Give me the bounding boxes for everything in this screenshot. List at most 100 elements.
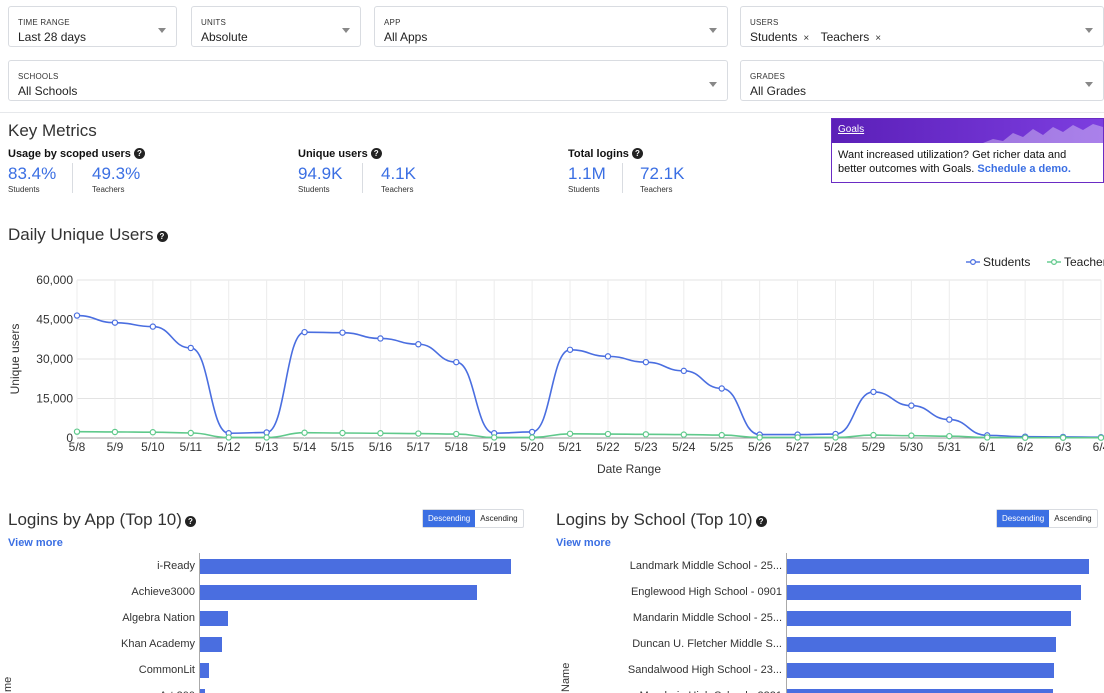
unique-teachers-value: 4.1K: [381, 164, 416, 183]
x-tick-label: 5/30: [900, 440, 924, 454]
help-icon[interactable]: ?: [755, 516, 767, 527]
schedule-demo-link[interactable]: Schedule a demo.: [977, 163, 1071, 175]
help-icon[interactable]: ?: [133, 148, 145, 159]
time-range-select[interactable]: TIME RANGE Last 28 days: [8, 6, 177, 47]
data-point: [984, 434, 991, 441]
usage-teachers-sub: Teachers: [92, 185, 125, 194]
data-point: [187, 344, 194, 352]
app-value: All Apps: [384, 30, 428, 44]
remove-chip-icon[interactable]: ×: [875, 33, 881, 44]
logins-students-value: 1.1M: [568, 164, 606, 183]
units-value: Absolute: [201, 30, 248, 44]
app-select[interactable]: APP All Apps: [374, 6, 728, 47]
time-range-value: Last 28 days: [18, 30, 87, 44]
help-icon[interactable]: ?: [156, 231, 168, 242]
divider: [0, 112, 1104, 113]
bar[interactable]: [200, 689, 205, 693]
help-icon[interactable]: ?: [370, 148, 382, 159]
schools-sort-descending[interactable]: Descending: [997, 510, 1050, 527]
bar-label: CommonLit: [138, 664, 195, 676]
chevron-down-icon: [709, 28, 717, 33]
bar[interactable]: [787, 663, 1055, 678]
units-label: UNITS: [201, 18, 226, 27]
data-point: [339, 429, 346, 437]
daily-users-chart: 015,00030,00045,00060,0005/8 5/9 5/10 5/11 5…: [8, 255, 1104, 476]
x-tick-label: 5/21: [558, 440, 582, 454]
bar[interactable]: [200, 663, 210, 678]
bar[interactable]: [787, 585, 1082, 600]
x-tick-label: 5/9: [107, 440, 124, 454]
x-tick-label: 5/14: [293, 440, 317, 454]
apps-view-more-link[interactable]: View more: [8, 537, 63, 549]
x-tick-label: 5/20: [520, 440, 544, 454]
bar[interactable]: [200, 585, 477, 600]
bar[interactable]: [787, 611, 1071, 626]
data-point: [225, 434, 232, 441]
bar-label: Landmark Middle School - 25...: [629, 560, 782, 572]
goals-banner-label[interactable]: Goals: [838, 124, 864, 135]
users-chips: Students × Teachers ×: [750, 30, 889, 44]
bar[interactable]: [200, 637, 222, 652]
x-tick-label: 6/3: [1055, 440, 1072, 454]
bar-label: Mandarin Middle School - 25...: [632, 612, 782, 624]
users-label: USERS: [750, 18, 779, 27]
bar-label: Duncan U. Fletcher Middle S...: [632, 638, 782, 650]
logins-students-sub: Students: [568, 185, 600, 194]
units-select[interactable]: UNITS Absolute: [191, 6, 361, 47]
data-point: [263, 434, 270, 441]
total-logins-metric-label: Total logins?: [568, 148, 643, 160]
data-point: [301, 429, 308, 436]
x-tick-label: 6/1: [979, 440, 996, 454]
schools-sort-ascending[interactable]: Ascending: [1049, 510, 1096, 527]
users-select[interactable]: USERS Students × Teachers ×: [740, 6, 1104, 47]
data-point: [908, 432, 915, 439]
legend-label: Teachers: [1064, 255, 1104, 269]
metric-divider: [622, 163, 623, 193]
help-icon[interactable]: ?: [184, 516, 196, 527]
data-point: [680, 367, 688, 375]
data-point: [1059, 434, 1067, 441]
grades-select[interactable]: GRADES All Grades: [740, 60, 1104, 101]
x-tick-label: 5/29: [862, 440, 886, 454]
chevron-down-icon: [342, 28, 350, 33]
data-point: [718, 385, 725, 392]
unique-students-value: 94.9K: [298, 164, 343, 183]
bar-axis-label: Name: [560, 662, 572, 692]
data-point: [415, 341, 422, 348]
schools-view-more-link[interactable]: View more: [556, 537, 611, 549]
bar-label: Englewood High School - 0901: [630, 586, 782, 598]
usage-students-sub: Students: [8, 185, 40, 194]
data-point: [149, 429, 157, 436]
x-tick-label: 5/24: [672, 440, 696, 454]
bar[interactable]: [200, 611, 228, 626]
bar[interactable]: [787, 689, 1053, 693]
data-point: [642, 431, 650, 438]
chevron-down-icon: [709, 82, 717, 87]
y-tick-label: 30,000: [36, 352, 73, 366]
bar[interactable]: [787, 559, 1089, 574]
help-icon[interactable]: ?: [631, 148, 643, 159]
data-point: [946, 416, 953, 423]
bar[interactable]: [200, 559, 511, 574]
schools-select[interactable]: SCHOOLS All Schools: [8, 60, 728, 101]
data-point: [453, 430, 460, 438]
data-point: [453, 358, 460, 366]
apps-sort-ascending[interactable]: Ascending: [475, 510, 522, 527]
grades-value: All Grades: [750, 84, 807, 98]
chip-students: Students ×: [750, 30, 810, 44]
data-point: [604, 430, 612, 438]
bar-label: i-Ready: [157, 560, 195, 572]
logins-teachers-value: 72.1K: [640, 164, 685, 183]
data-point: [528, 428, 536, 436]
bar-axis-label: me: [2, 676, 14, 692]
x-tick-label: 5/18: [445, 440, 469, 454]
metric-divider: [362, 163, 363, 193]
apps-sort-descending[interactable]: Descending: [423, 510, 476, 527]
bar[interactable]: [787, 637, 1056, 652]
x-tick-label: 5/8: [69, 440, 86, 454]
data-point: [187, 429, 194, 437]
app-label: APP: [384, 18, 401, 27]
apps-panel-title: Logins by App (Top 10)?: [8, 510, 196, 530]
logins-teachers-sub: Teachers: [640, 185, 673, 194]
remove-chip-icon[interactable]: ×: [803, 33, 809, 44]
